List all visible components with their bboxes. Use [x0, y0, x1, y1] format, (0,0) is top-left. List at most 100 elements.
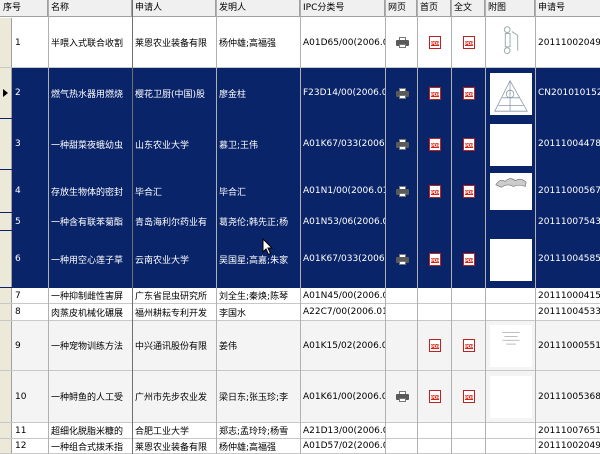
row-selector[interactable]	[0, 119, 12, 169]
patent-results-grid[interactable]: 序号 名称 申请人 发明人 IPC分类号 网页 首页 全文 附图 申请号 1半喂…	[0, 0, 600, 454]
cell-name: 一种抑制雌性害屏	[48, 288, 132, 303]
web-page-printer-icon[interactable]	[396, 254, 409, 265]
cell-ipc: A01N1/00(2006.01	[300, 170, 385, 212]
full-text-pdf-icon[interactable]: PDF	[463, 36, 475, 49]
cell-ipc: A21D13/00(2006.0	[300, 423, 385, 438]
column-divider	[417, 0, 418, 454]
full-text-pdf-icon[interactable]: PDF	[463, 138, 475, 151]
cell-seq: 1	[12, 18, 48, 67]
home-page-pdf-icon[interactable]: PDF	[429, 185, 441, 198]
cell-applicant: 中兴通讯股份有限	[132, 321, 216, 370]
web-page-printer-icon[interactable]	[396, 37, 409, 48]
drawing-thumbnail[interactable]	[490, 22, 532, 64]
pdf-label: PDF	[465, 190, 473, 195]
cell-ipc: A01D65/00(2006.0	[300, 18, 385, 67]
home-page-pdf-icon[interactable]: PDF	[429, 87, 441, 100]
cell-appno: 201110005675	[535, 170, 600, 212]
full-text-pdf-icon[interactable]: PDF	[463, 185, 475, 198]
column-divider	[48, 0, 49, 454]
drawing-thumbnail[interactable]	[490, 376, 532, 418]
drawing-thumbnail[interactable]	[490, 239, 532, 281]
cell-name: 一种甜菜夜蛾幼虫	[48, 119, 132, 169]
cell-applicant: 莱恩农业装备有限	[132, 439, 216, 453]
col-header-name[interactable]: 名称	[48, 0, 132, 17]
cell-name: 一种组合式拨禾指	[48, 439, 132, 453]
cell-applicant: 福州耕耘专利开发	[132, 304, 216, 320]
row-selector[interactable]	[0, 288, 12, 303]
cell-ipc: A01K67/033(2006.	[300, 231, 385, 287]
col-header-web[interactable]: 网页	[385, 0, 417, 17]
cell-name: 一种含有联苯菊酯	[48, 213, 132, 230]
col-header-appno[interactable]: 申请号	[535, 0, 600, 17]
row-selector[interactable]	[0, 18, 12, 67]
drawing-thumbnail[interactable]	[490, 325, 532, 367]
cell-name: 一种鲟鱼的人工受	[48, 371, 132, 422]
cell-appno: 201110045339	[535, 304, 600, 320]
home-page-pdf-icon[interactable]: PDF	[429, 339, 441, 352]
cell-inventor: 杨仲雄;高福强	[216, 439, 300, 453]
home-page-pdf-icon[interactable]: PDF	[429, 253, 441, 266]
row-selector[interactable]	[0, 304, 12, 320]
drawing-thumbnail[interactable]	[490, 173, 532, 210]
drawing-thumbnail[interactable]	[490, 124, 532, 166]
cell-ipc: A01D57/02(2006.0	[300, 439, 385, 453]
cell-applicant: 合肥工业大学	[132, 423, 216, 438]
web-page-printer-icon[interactable]	[396, 391, 409, 402]
cell-appno: 201110044785	[535, 119, 600, 169]
cell-inventor: 毕合汇	[216, 170, 300, 212]
web-page-printer-icon[interactable]	[396, 88, 409, 99]
col-header-applicant[interactable]: 申请人	[132, 0, 216, 17]
cell-ipc: F23D14/00(2006.0	[300, 68, 385, 118]
row-selector[interactable]	[0, 371, 12, 422]
web-page-printer-icon[interactable]	[396, 186, 409, 197]
row-selector[interactable]	[0, 423, 12, 438]
col-header-drawing[interactable]: 附图	[485, 0, 535, 17]
cell-seq: 7	[12, 288, 48, 303]
full-text-pdf-icon[interactable]: PDF	[463, 253, 475, 266]
col-header-seq[interactable]: 序号	[0, 0, 48, 17]
cell-name: 燃气热水器用燃烧	[48, 68, 132, 118]
cell-applicant: 云南农业大学	[132, 231, 216, 287]
full-text-pdf-icon[interactable]: PDF	[463, 339, 475, 352]
cell-inventor: 梁日东;张玉珍;李	[216, 371, 300, 422]
col-header-ipc[interactable]: IPC分类号	[300, 0, 385, 17]
cell-appno: 201110053684	[535, 371, 600, 422]
row-selector[interactable]	[0, 231, 12, 287]
cell-inventor: 李国水	[216, 304, 300, 320]
column-divider	[300, 0, 301, 454]
cell-inventor: 廖金柱	[216, 68, 300, 118]
cell-inventor: 杨仲雄;高福强	[216, 18, 300, 67]
row-selector[interactable]	[0, 439, 12, 453]
home-page-pdf-icon[interactable]: PDF	[429, 138, 441, 151]
cell-inventor: 姜伟	[216, 321, 300, 370]
home-page-pdf-icon[interactable]: PDF	[429, 36, 441, 49]
full-text-pdf-icon[interactable]: PDF	[463, 390, 475, 403]
cell-inventor: 慕卫;王伟	[216, 119, 300, 169]
col-header-full[interactable]: 全文	[451, 0, 485, 17]
cell-appno: 201110076516	[535, 423, 600, 438]
column-divider	[216, 0, 217, 454]
column-divider	[535, 0, 536, 454]
cell-name: 存放生物体的密封	[48, 170, 132, 212]
home-page-pdf-icon[interactable]: PDF	[429, 390, 441, 403]
col-header-inventor[interactable]: 发明人	[216, 0, 300, 17]
row-selector[interactable]	[0, 68, 12, 118]
drawing-thumbnail[interactable]	[490, 73, 532, 115]
cell-applicant: 广州市先步农业发	[132, 371, 216, 422]
row-selector[interactable]	[0, 321, 12, 370]
row-selector[interactable]	[0, 170, 12, 212]
cell-name: 超细化脱脂米糠的	[48, 423, 132, 438]
column-divider	[385, 0, 386, 454]
full-text-pdf-icon[interactable]: PDF	[463, 87, 475, 100]
col-header-home[interactable]: 首页	[417, 0, 451, 17]
pdf-label: PDF	[465, 41, 473, 46]
current-row-arrow-icon	[3, 89, 8, 97]
cell-seq: 9	[12, 321, 48, 370]
cell-appno: 20111002049​1	[535, 18, 600, 67]
cell-seq: 6	[12, 231, 48, 287]
cell-applicant: 青岛海利尔药业有	[132, 213, 216, 230]
web-page-printer-icon[interactable]	[396, 139, 409, 150]
column-divider	[132, 0, 133, 454]
row-selector[interactable]	[0, 213, 12, 230]
cell-seq: 8	[12, 304, 48, 320]
